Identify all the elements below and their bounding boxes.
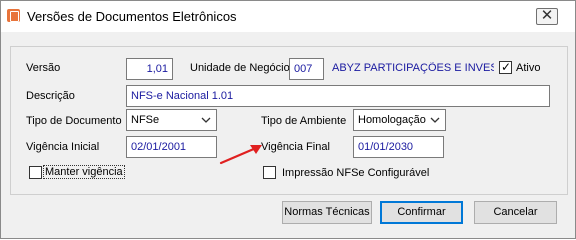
- window-title: Versões de Documentos Eletrônicos: [27, 9, 237, 24]
- cancelar-button[interactable]: Cancelar: [474, 201, 557, 224]
- chevron-down-icon: [430, 117, 440, 123]
- confirmar-button[interactable]: Confirmar: [380, 201, 463, 224]
- manter-vigencia-checkbox[interactable]: [29, 166, 42, 179]
- chevron-down-icon: [201, 117, 211, 123]
- dialog-window: Versões de Documentos Eletrônicos ✕ Vers…: [0, 0, 576, 239]
- tipo-documento-select[interactable]: NFSe: [126, 109, 217, 131]
- unidade-code-field[interactable]: 007: [289, 58, 324, 80]
- close-button[interactable]: ✕: [536, 8, 558, 25]
- close-icon: ✕: [540, 7, 554, 24]
- manter-vigencia-text: Manter vigência: [43, 165, 125, 179]
- app-document-icon: [7, 9, 20, 22]
- tipo-ambiente-select[interactable]: Homologação: [353, 109, 446, 131]
- descricao-label: Descrição: [26, 90, 75, 102]
- ativo-checkbox[interactable]: ✓: [499, 60, 512, 74]
- ativo-label: Ativo: [516, 62, 541, 74]
- impressao-nfse-label: Impressão NFSe Configurável: [282, 167, 430, 179]
- tipo-documento-label: Tipo de Documento: [26, 115, 122, 127]
- tipo-ambiente-label: Tipo de Ambiente: [261, 115, 347, 127]
- vigencia-final-field[interactable]: 01/01/2030: [353, 136, 444, 158]
- vigencia-inicial-label: Vigência Inicial: [26, 141, 100, 153]
- vigencia-inicial-field[interactable]: 02/01/2001: [126, 136, 217, 158]
- impressao-nfse-checkbox[interactable]: [263, 166, 276, 179]
- checkmark-icon: ✓: [501, 60, 512, 74]
- versao-label: Versão: [26, 62, 61, 74]
- normas-tecnicas-button[interactable]: Normas Técnicas: [282, 201, 372, 224]
- unidade-name: ABYZ PARTICIPAÇÕES E INVESTIM: [332, 62, 494, 74]
- tipo-documento-value: NFSe: [131, 114, 160, 126]
- red-arrow-annotation: [219, 145, 262, 165]
- descricao-field[interactable]: NFS-e Nacional 1.01: [126, 85, 550, 107]
- tipo-ambiente-value: Homologação: [358, 114, 426, 126]
- unidade-negocio-label: Unidade de Negócio: [190, 62, 290, 74]
- versao-field[interactable]: 1,01: [126, 58, 173, 80]
- manter-vigencia-label[interactable]: Manter vigência: [43, 165, 125, 179]
- title-bar[interactable]: Versões de Documentos Eletrônicos ✕: [1, 1, 575, 32]
- vigencia-final-label: Vigência Final: [261, 141, 330, 153]
